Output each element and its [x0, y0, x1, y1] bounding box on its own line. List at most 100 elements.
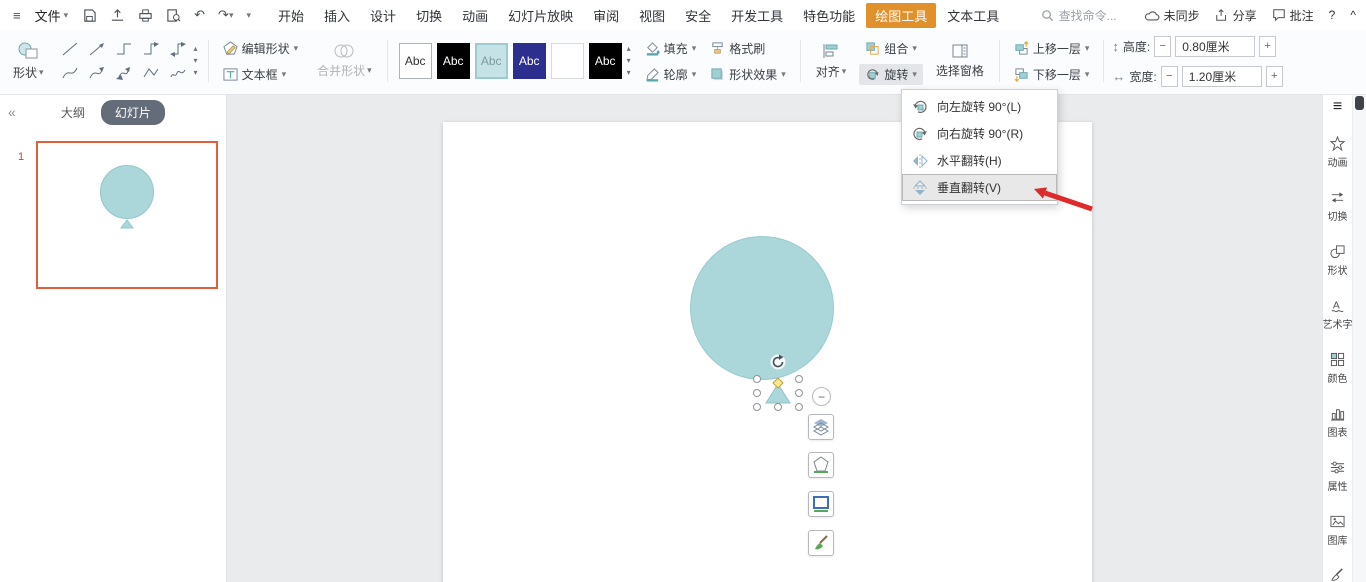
tab-drawing-tools[interactable]: 绘图工具: [866, 3, 936, 28]
selection-handle[interactable]: [753, 389, 761, 397]
sync-status-button[interactable]: 未同步: [1144, 7, 1200, 24]
tab-insert[interactable]: 插入: [315, 3, 359, 28]
elbow-connector-icon[interactable]: [111, 37, 138, 61]
panel-style-button[interactable]: 风格: [1328, 568, 1348, 582]
tab-special-features[interactable]: 特色功能: [794, 3, 864, 28]
rotate-button[interactable]: 旋转 ▾: [859, 64, 923, 85]
height-decrement-button[interactable]: −: [1154, 36, 1171, 57]
comments-button[interactable]: 批注: [1272, 7, 1314, 24]
share-button[interactable]: 分享: [1215, 7, 1257, 24]
curved-double-arrow-connector-icon[interactable]: [111, 61, 138, 85]
save-button[interactable]: [79, 4, 100, 26]
layer-options-button[interactable]: [808, 414, 834, 440]
scribble-icon[interactable]: [165, 61, 192, 85]
scrollbar-thumb[interactable]: [1355, 96, 1364, 110]
outline-quick-button[interactable]: [808, 491, 834, 517]
style-scroll-up-button[interactable]: ▴: [627, 45, 631, 53]
selection-handle[interactable]: [795, 375, 803, 383]
fill-button[interactable]: 填充 ▾: [639, 38, 703, 59]
print-preview-button[interactable]: [163, 4, 184, 26]
curved-arrow-connector-icon[interactable]: [84, 61, 111, 85]
width-decrement-button[interactable]: −: [1161, 66, 1178, 87]
tab-developer-tools[interactable]: 开发工具: [722, 3, 792, 28]
menu-item-flip-horizontal[interactable]: 水平翻转(H): [902, 147, 1057, 174]
print-button[interactable]: [135, 4, 156, 26]
selection-handle[interactable]: [774, 403, 782, 411]
shape-style-option-2[interactable]: Abc: [437, 43, 470, 79]
freeform-icon[interactable]: [138, 61, 165, 85]
shape-style-option-5[interactable]: Abc: [551, 43, 584, 79]
export-button[interactable]: [107, 4, 128, 26]
merge-shapes-button[interactable]: 合并形状▾: [310, 33, 379, 89]
arrow-line-icon[interactable]: [84, 37, 111, 61]
textbox-button[interactable]: 文本框 ▾: [217, 64, 305, 85]
tab-design[interactable]: 设计: [361, 3, 405, 28]
tab-slides[interactable]: 幻灯片: [101, 100, 165, 125]
menu-item-rotate-left-90[interactable]: 向左旋转 90°(L): [902, 93, 1057, 120]
help-button[interactable]: ?: [1329, 8, 1336, 22]
selection-handle[interactable]: [753, 403, 761, 411]
tab-transition[interactable]: 切换: [407, 3, 451, 28]
shape-style-option-3-selected[interactable]: Abc: [475, 43, 508, 79]
more-quick-commands-button[interactable]: ▾: [243, 4, 254, 26]
balloon-circle-shape[interactable]: [690, 236, 834, 380]
vertical-scrollbar[interactable]: [1352, 95, 1366, 582]
panel-charts-button[interactable]: 图表: [1328, 406, 1348, 439]
tab-animation[interactable]: 动画: [453, 3, 497, 28]
brush-quick-button[interactable]: [808, 530, 834, 556]
main-menu-button[interactable]: ≡: [10, 4, 24, 26]
tab-home[interactable]: 开始: [269, 3, 313, 28]
gallery-scroll-down-button[interactable]: ▾: [194, 57, 198, 65]
selection-handle[interactable]: [753, 375, 761, 383]
menu-item-rotate-right-90[interactable]: 向右旋转 90°(R): [902, 120, 1057, 147]
panel-shapes-button[interactable]: 形状: [1328, 244, 1348, 277]
command-search-input[interactable]: 查找命令...: [1041, 7, 1129, 24]
width-input[interactable]: 1.20厘米: [1182, 66, 1262, 87]
align-button[interactable]: 对齐▾: [809, 33, 854, 89]
collapse-ribbon-button[interactable]: ^: [1350, 8, 1356, 22]
gallery-more-button[interactable]: ▾: [194, 69, 198, 77]
elbow-double-arrow-connector-icon[interactable]: [165, 37, 192, 61]
panel-gallery-button[interactable]: 图库: [1328, 514, 1348, 547]
editing-canvas[interactable]: −: [227, 95, 1322, 582]
panel-properties-button[interactable]: 属性: [1328, 460, 1348, 493]
height-increment-button[interactable]: +: [1259, 36, 1276, 57]
redo-button[interactable]: ↷▾: [215, 4, 236, 26]
selection-pane-button[interactable]: 选择窗格: [929, 33, 991, 89]
width-increment-button[interactable]: +: [1266, 66, 1283, 87]
panel-transition-button[interactable]: 切换: [1328, 190, 1348, 223]
tab-security[interactable]: 安全: [676, 3, 720, 28]
curved-connector-icon[interactable]: [57, 61, 84, 85]
collapse-quick-toolbar-button[interactable]: −: [812, 387, 831, 406]
tab-outline[interactable]: 大纲: [55, 101, 91, 124]
shape-style-option-1[interactable]: Abc: [399, 43, 432, 79]
style-more-button[interactable]: ▾: [627, 69, 631, 77]
shape-style-option-6[interactable]: Abc: [589, 43, 622, 79]
selection-handle[interactable]: [795, 403, 803, 411]
format-painter-button[interactable]: 格式刷: [704, 38, 771, 59]
panel-animation-button[interactable]: 动画: [1328, 136, 1348, 169]
tab-text-tools[interactable]: 文本工具: [938, 3, 1008, 28]
panel-wordart-button[interactable]: A 艺术字: [1323, 298, 1353, 331]
slide-thumbnail-1[interactable]: [36, 141, 218, 289]
shape-style-option-4[interactable]: Abc: [513, 43, 546, 79]
rotation-handle[interactable]: [770, 354, 786, 370]
bring-forward-button[interactable]: 上移一层 ▾: [1008, 38, 1096, 59]
undo-button[interactable]: ↶: [191, 4, 208, 26]
collapse-panel-button[interactable]: «: [8, 104, 16, 120]
line-icon[interactable]: [57, 37, 84, 61]
shape-style-quick-button[interactable]: [808, 452, 834, 478]
shape-effects-button[interactable]: 形状效果 ▾: [704, 64, 792, 85]
edit-shape-button[interactable]: 编辑形状 ▾: [217, 38, 305, 59]
shapes-button[interactable]: 形状▾: [6, 33, 51, 89]
gallery-scroll-up-button[interactable]: ▴: [194, 45, 198, 53]
selection-handle[interactable]: [795, 389, 803, 397]
outline-button[interactable]: 轮廓 ▾: [639, 64, 703, 85]
group-button[interactable]: 组合 ▾: [859, 38, 923, 59]
panel-colors-button[interactable]: 颜色: [1328, 352, 1348, 385]
file-menu-button[interactable]: 文件▾: [31, 6, 73, 25]
tab-view[interactable]: 视图: [630, 3, 674, 28]
right-toolbar-menu-button[interactable]: ≡: [1333, 99, 1342, 115]
elbow-arrow-connector-icon[interactable]: [138, 37, 165, 61]
height-input[interactable]: 0.80厘米: [1175, 36, 1255, 57]
